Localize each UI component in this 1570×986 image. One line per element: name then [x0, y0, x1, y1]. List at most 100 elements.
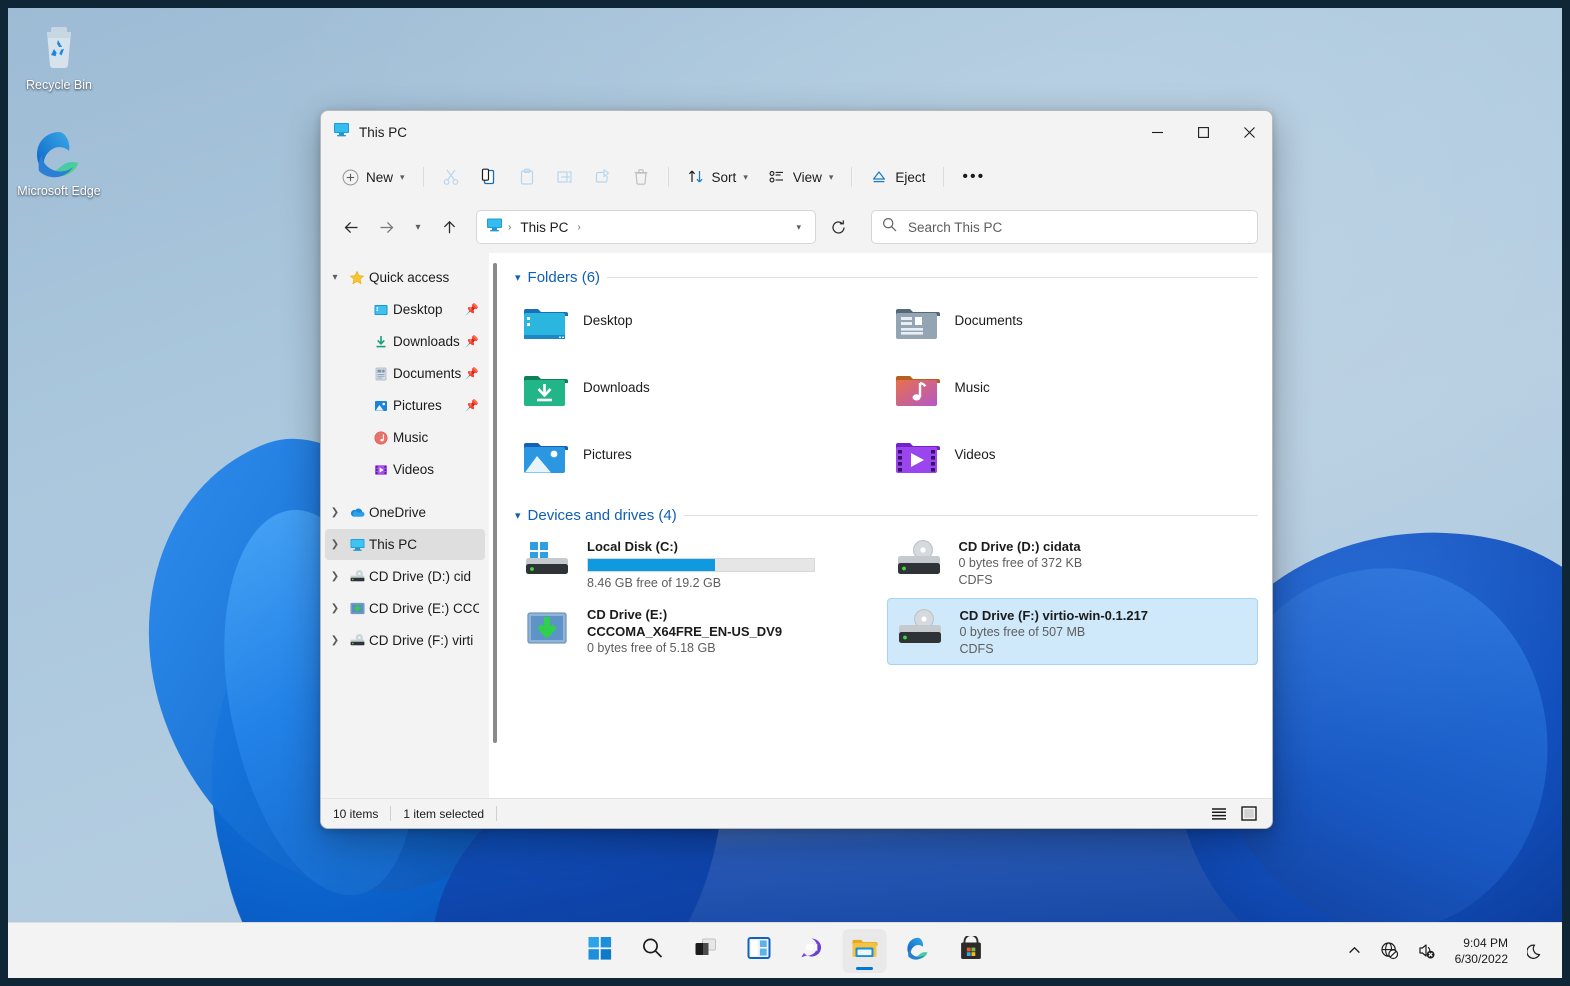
chevron-right-icon[interactable]: ❯ [325, 571, 345, 582]
toolbar-separator-4 [943, 167, 945, 187]
pin-icon[interactable]: 📌 [461, 335, 479, 348]
folder-tile-desktop[interactable]: Desktop [515, 292, 887, 359]
folders-group-header[interactable]: ▾ Folders (6) [515, 269, 1258, 286]
more-options-button[interactable]: ••• [953, 160, 994, 194]
search-box[interactable]: Search This PC [871, 210, 1258, 244]
rename-button[interactable] [547, 160, 583, 194]
desktop-folder-icon [369, 302, 393, 318]
pin-icon[interactable]: 📌 [461, 303, 479, 316]
up-button[interactable] [433, 211, 466, 244]
sidebar-item-videos[interactable]: Videos [325, 454, 485, 485]
drive-tile-cd-drive-f[interactable]: CD Drive (F:) virtio-win-0.1.217 0 bytes… [886, 598, 1258, 665]
sort-button[interactable]: Sort ▾ [678, 160, 757, 194]
search-button[interactable] [631, 929, 675, 973]
maximize-button[interactable] [1180, 111, 1226, 153]
window-titlebar[interactable]: This PC [321, 111, 1272, 153]
cut-button[interactable] [433, 160, 469, 194]
sidebar-item-this-pc[interactable]: ❯ This PC [325, 529, 485, 560]
desktop-icon-microsoft-edge[interactable]: Microsoft Edge [13, 128, 105, 199]
refresh-button[interactable] [822, 211, 855, 244]
items-view[interactable]: ▾ Folders (6) Desktop Documents Download… [501, 253, 1272, 798]
navigation-pane[interactable]: ▾ Quick access Desktop 📌 Downloads 📌 Doc… [321, 253, 489, 798]
drive-name: CD Drive (D:) cidata [958, 539, 1081, 554]
copy-button[interactable] [471, 160, 507, 194]
command-toolbar[interactable]: New ▾ Sort ▾ View ▾ Eject ••• [321, 153, 1272, 201]
share-button[interactable] [585, 160, 621, 194]
volume-button[interactable] [1410, 931, 1443, 971]
pin-icon[interactable]: 📌 [461, 367, 479, 380]
sidebar-item-desktop[interactable]: Desktop 📌 [325, 294, 485, 325]
microsoft-edge-button[interactable] [896, 929, 940, 973]
pin-icon[interactable]: 📌 [461, 399, 479, 412]
clock[interactable]: 9:04 PM 6/30/2022 [1447, 931, 1516, 971]
sidebar-item-documents[interactable]: Documents 📌 [325, 358, 485, 389]
cd-drive-install-icon [345, 600, 369, 617]
close-button[interactable] [1226, 111, 1272, 153]
chevron-right-icon[interactable]: ❯ [325, 603, 345, 614]
sort-button-label: Sort [711, 169, 737, 185]
chevron-right-icon[interactable]: ❯ [325, 635, 345, 646]
eject-button[interactable]: Eject [861, 160, 934, 194]
chevron-right-icon[interactable]: ❯ [325, 507, 345, 518]
sort-icon [688, 170, 703, 183]
folder-tile-pictures[interactable]: Pictures [515, 426, 887, 493]
sidebar-item-cd-drive-f[interactable]: ❯ CD Drive (F:) virti [325, 625, 485, 656]
desktop-folder-icon [521, 299, 569, 352]
minimize-button[interactable] [1134, 111, 1180, 153]
folder-tile-music[interactable]: Music [887, 359, 1259, 426]
sidebar-item-cd-drive-e[interactable]: ❯ CD Drive (E:) CCC [325, 593, 485, 624]
folder-tile-downloads[interactable]: Downloads [515, 359, 887, 426]
sidebar-item-downloads[interactable]: Downloads 📌 [325, 326, 485, 357]
breadcrumb-this-pc[interactable]: This PC [516, 217, 572, 238]
chevron-down-icon[interactable]: ▾ [325, 272, 345, 283]
task-view-icon [694, 937, 718, 964]
network-button[interactable] [1373, 931, 1406, 971]
address-bar[interactable]: › This PC › ▾ [476, 210, 816, 244]
sidebar-item-pictures[interactable]: Pictures 📌 [325, 390, 485, 421]
file-explorer-window[interactable]: This PC New ▾ Sort ▾ View ▾ Eject ••• ▾ … [320, 110, 1273, 829]
drive-tile-cd-drive-d[interactable]: CD Drive (D:) cidata 0 bytes free of 372… [887, 530, 1259, 598]
delete-button[interactable] [623, 160, 659, 194]
sidebar-item-cd-drive-d[interactable]: ❯ CD Drive (D:) cid [325, 561, 485, 592]
taskbar[interactable]: 9:04 PM 6/30/2022 [8, 922, 1562, 978]
folder-tile-videos[interactable]: Videos [887, 426, 1259, 493]
back-button[interactable] [335, 211, 368, 244]
chevron-right-icon[interactable]: ❯ [325, 539, 345, 550]
forward-button[interactable] [370, 211, 403, 244]
start-button[interactable] [578, 929, 622, 973]
breadcrumb-separator-2[interactable]: › [577, 222, 580, 233]
recent-locations-button[interactable]: ▾ [405, 211, 431, 244]
widgets-icon [747, 937, 770, 964]
group-rule [607, 277, 1258, 278]
devices-group-header[interactable]: ▾ Devices and drives (4) [515, 507, 1258, 524]
address-dropdown-icon[interactable]: ▾ [788, 222, 809, 233]
drive-tile-cd-drive-e[interactable]: CD Drive (E:) CCCOMA_X64FRE_EN-US_DV9 0 … [515, 598, 887, 665]
paste-button[interactable] [509, 160, 545, 194]
chevron-down-icon: ▾ [400, 171, 405, 182]
task-view-button[interactable] [684, 929, 728, 973]
chevron-down-icon[interactable]: ▾ [515, 509, 521, 522]
microsoft-store-button[interactable] [949, 929, 993, 973]
desktop[interactable]: Recycle Bin Microsoft Edge This PC New ▾… [8, 8, 1562, 978]
item-count-label: 10 items [333, 806, 379, 821]
large-icons-view-button[interactable] [1238, 803, 1260, 825]
desktop-icon-recycle-bin[interactable]: Recycle Bin [13, 22, 105, 93]
view-button[interactable]: View ▾ [759, 160, 843, 194]
notifications-button[interactable] [1520, 931, 1552, 971]
scrollbar-thumb[interactable] [493, 263, 497, 743]
file-explorer-button[interactable] [842, 928, 887, 973]
sidebar-item-quick-access[interactable]: ▾ Quick access [325, 262, 485, 293]
chat-button[interactable] [790, 929, 834, 973]
drive-tile-local-disk-c[interactable]: Local Disk (C:) 8.46 GB free of 19.2 GB [515, 530, 887, 598]
new-button[interactable]: New ▾ [333, 160, 414, 194]
sidebar-item-music[interactable]: Music [325, 422, 485, 453]
navigation-pane-scrollbar[interactable] [489, 253, 501, 798]
navigation-bar[interactable]: ▾ › This PC › ▾ Search This PC [321, 201, 1272, 253]
folder-tile-documents[interactable]: Documents [887, 292, 1259, 359]
details-view-button[interactable] [1208, 803, 1230, 825]
show-hidden-icons-button[interactable] [1340, 931, 1369, 971]
sidebar-item-onedrive[interactable]: ❯ OneDrive [325, 497, 485, 528]
widgets-button[interactable] [737, 929, 781, 973]
search-input-placeholder[interactable]: Search This PC [908, 220, 1002, 235]
chevron-down-icon[interactable]: ▾ [515, 271, 521, 284]
